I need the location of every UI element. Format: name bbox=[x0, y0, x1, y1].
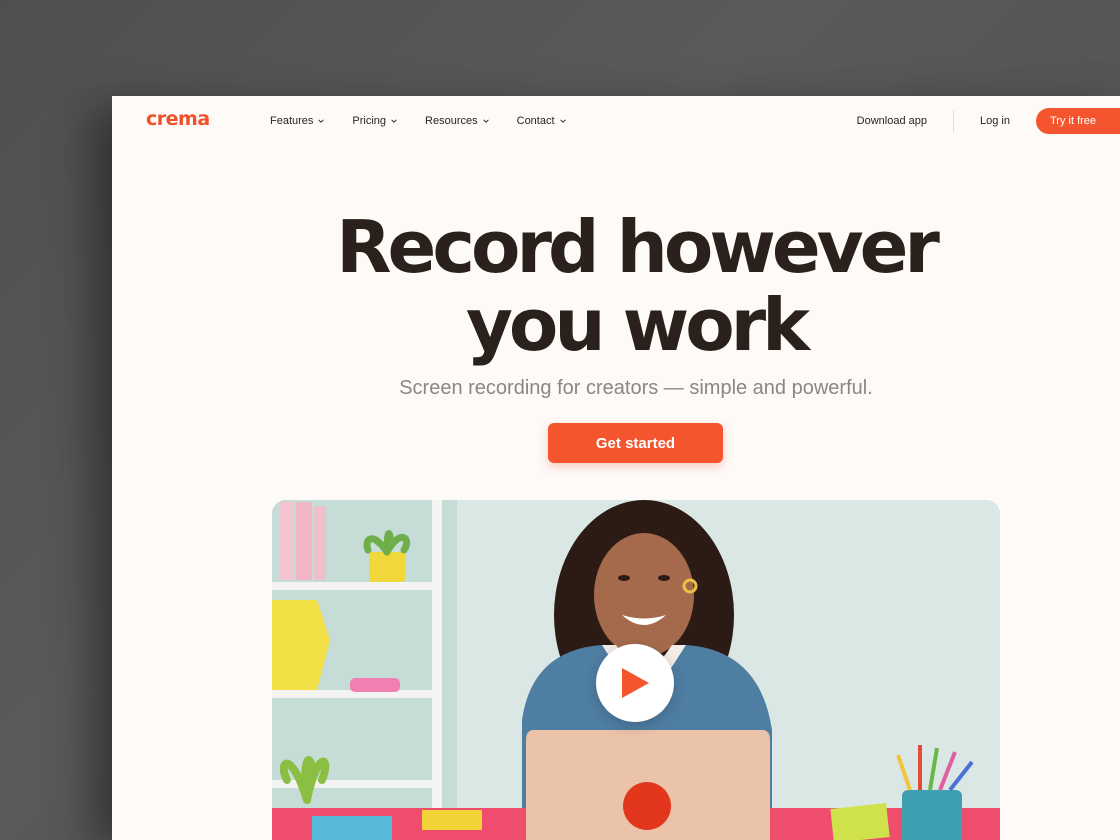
nav-item-pricing[interactable]: Pricing bbox=[352, 115, 397, 127]
play-icon bbox=[622, 668, 649, 698]
nav-divider bbox=[953, 110, 955, 132]
download-app-link[interactable]: Download app bbox=[857, 115, 927, 127]
nav-item-resources[interactable]: Resources bbox=[425, 115, 489, 127]
nav-item-label: Pricing bbox=[352, 115, 387, 127]
browser-window: crema Features Pricing Resources Contact… bbox=[112, 96, 1120, 840]
chevron-down-icon bbox=[391, 119, 397, 123]
nav-links: Features Pricing Resources Contact bbox=[270, 115, 594, 127]
chevron-down-icon bbox=[559, 119, 566, 123]
login-link[interactable]: Log in bbox=[980, 115, 1010, 127]
hero-subtitle: Screen recording for creators — simple a… bbox=[399, 377, 873, 399]
chevron-down-icon bbox=[482, 119, 489, 123]
nav-item-label: Contact bbox=[516, 115, 555, 127]
play-button[interactable] bbox=[596, 644, 674, 722]
nav-item-label: Features bbox=[270, 115, 314, 127]
top-nav: crema Features Pricing Resources Contact… bbox=[112, 96, 1120, 148]
hero-title-line-2: you work bbox=[465, 283, 810, 367]
logo[interactable]: crema bbox=[146, 108, 210, 130]
hero-video[interactable] bbox=[272, 500, 1000, 840]
nav-item-contact[interactable]: Contact bbox=[517, 115, 566, 127]
get-started-button[interactable]: Get started bbox=[548, 423, 723, 463]
nav-item-label: Resources bbox=[425, 115, 478, 127]
nav-actions: Download app Log in Try it free bbox=[857, 108, 1120, 134]
hero-title: Record however you work bbox=[112, 208, 1120, 364]
try-free-button[interactable]: Try it free bbox=[1036, 108, 1120, 134]
hero-title-line-1: Record however bbox=[336, 205, 940, 289]
nav-item-features[interactable]: Features bbox=[270, 115, 325, 127]
chevron-down-icon bbox=[318, 119, 325, 123]
